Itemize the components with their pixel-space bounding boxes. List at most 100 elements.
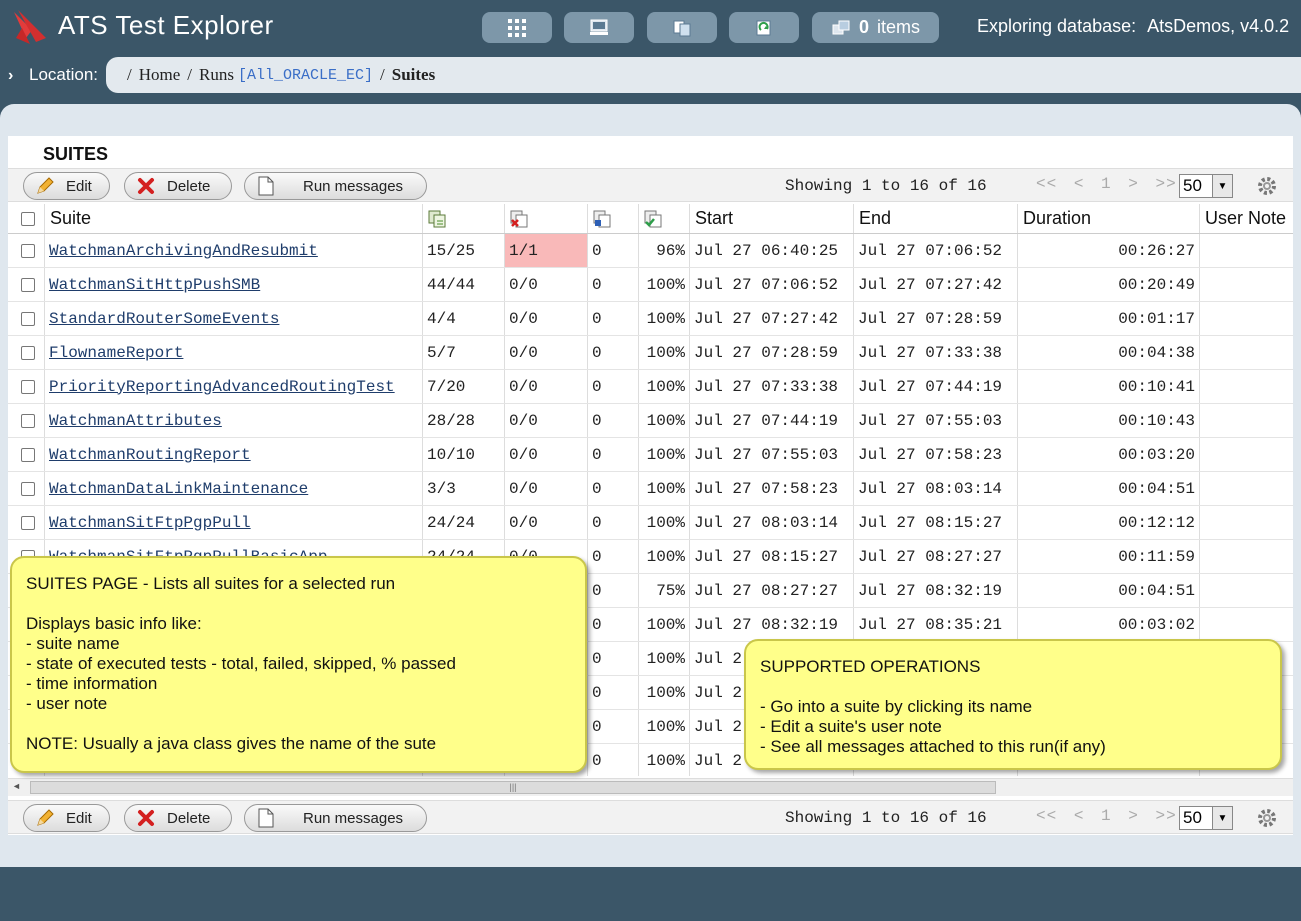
suite-name-link[interactable]: WatchmanRoutingReport <box>45 438 423 471</box>
table-row: WatchmanRoutingReport 10/10 0/0 0 100% Jul 27… <box>8 438 1293 472</box>
pager-first[interactable]: << <box>1036 175 1057 193</box>
select-all-checkbox[interactable] <box>21 211 35 226</box>
passed-percent-cell: 100% <box>639 710 690 743</box>
skipped-tests-cell: 0 <box>588 472 639 505</box>
edit-button[interactable]: Edit <box>23 804 110 832</box>
row-checkbox[interactable] <box>21 311 35 326</box>
pager-prev[interactable]: < <box>1074 175 1085 193</box>
breadcrumb-runs[interactable]: Runs <box>199 65 234 85</box>
breadcrumb-home[interactable]: Home <box>139 65 181 85</box>
run-messages-button[interactable]: Run messages <box>244 172 427 200</box>
column-header-failed[interactable] <box>505 204 588 233</box>
skipped-tests-cell: 0 <box>588 676 639 709</box>
pager-last[interactable]: >> <box>1155 175 1176 193</box>
suite-name-link[interactable]: WatchmanDataLinkMaintenance <box>45 472 423 505</box>
suite-name-link[interactable]: WatchmanSitFtpPgpPull <box>45 506 423 539</box>
suite-name-link[interactable]: WatchmanSitHttpPushSMB <box>45 268 423 301</box>
end-time-cell: Jul 27 07:58:23 <box>854 438 1018 471</box>
column-header-total[interactable] <box>423 204 505 233</box>
skipped-tests-cell: 0 <box>588 234 639 267</box>
suite-name-link[interactable]: WatchmanArchivingAndResubmit <box>45 234 423 267</box>
end-time-cell: Jul 27 07:33:38 <box>854 336 1018 369</box>
skipped-tests-cell: 0 <box>588 302 639 335</box>
skipped-tests-cell: 0 <box>588 336 639 369</box>
user-note-cell[interactable] <box>1200 234 1293 267</box>
user-note-cell[interactable] <box>1200 472 1293 505</box>
row-select-cell <box>8 438 45 471</box>
row-checkbox[interactable] <box>21 345 35 360</box>
scrollbar-thumb[interactable]: ||| <box>30 781 996 794</box>
compare-button[interactable] <box>647 12 717 43</box>
suite-name-link[interactable]: WatchmanAttributes <box>45 404 423 437</box>
column-header-end[interactable]: End <box>854 204 1018 233</box>
user-note-cell[interactable] <box>1200 438 1293 471</box>
pager-page[interactable]: 1 <box>1101 807 1112 825</box>
user-note-cell[interactable] <box>1200 336 1293 369</box>
apps-grid-button[interactable] <box>482 12 552 43</box>
suite-name-link[interactable]: FlownameReport <box>45 336 423 369</box>
user-note-cell[interactable] <box>1200 574 1293 607</box>
page-size-value: 50 <box>1183 176 1202 195</box>
row-checkbox[interactable] <box>21 515 35 530</box>
delete-button[interactable]: Delete <box>124 172 232 200</box>
scroll-left-icon[interactable]: ◄ <box>12 781 21 791</box>
row-checkbox[interactable] <box>21 243 35 258</box>
page-size-select[interactable]: 50 ▼ <box>1179 806 1233 830</box>
table-row: WatchmanSitFtpPgpPull 24/24 0/0 0 100% Jul 27… <box>8 506 1293 540</box>
row-checkbox[interactable] <box>21 277 35 292</box>
gear-icon[interactable] <box>1256 807 1278 829</box>
database-name: AtsDemos, v4.0.2 <box>1147 16 1290 36</box>
passed-percent-cell: 100% <box>639 404 690 437</box>
app-header: ATS Test Explorer 0 items Exploring data… <box>0 0 1301 56</box>
chevron-right-icon[interactable]: › <box>8 67 13 85</box>
page-title: SUITES <box>43 144 109 164</box>
column-header-duration[interactable]: Duration <box>1018 204 1200 233</box>
run-messages-label: Run messages <box>303 177 404 195</box>
pager-page[interactable]: 1 <box>1101 175 1112 193</box>
pagination-info: Showing 1 to 16 of 16 <box>785 177 987 195</box>
suite-name-link[interactable]: PriorityReportingAdvancedRoutingTest <box>45 370 423 403</box>
machines-button[interactable] <box>564 12 634 43</box>
horizontal-scrollbar[interactable]: ◄ ||| <box>8 778 1293 796</box>
start-time-cell: Jul 27 07:27:42 <box>690 302 854 335</box>
row-checkbox[interactable] <box>21 413 35 428</box>
supported-operations-callout: SUPPORTED OPERATIONS - Go into a suite b… <box>744 639 1282 770</box>
user-note-cell[interactable] <box>1200 404 1293 437</box>
pager-next[interactable]: > <box>1128 175 1139 193</box>
user-note-cell[interactable] <box>1200 506 1293 539</box>
pager-first[interactable]: << <box>1036 807 1057 825</box>
copy-pages-icon <box>673 20 691 36</box>
row-checkbox[interactable] <box>21 447 35 462</box>
gear-icon[interactable] <box>1256 175 1278 197</box>
row-checkbox[interactable] <box>21 379 35 394</box>
column-header-skipped[interactable] <box>588 204 639 233</box>
page-size-select[interactable]: 50 ▼ <box>1179 174 1233 198</box>
column-header-user-note[interactable]: User Note <box>1200 204 1293 233</box>
user-note-cell[interactable] <box>1200 302 1293 335</box>
user-note-cell[interactable] <box>1200 370 1293 403</box>
run-messages-button[interactable]: Run messages <box>244 804 427 832</box>
row-checkbox[interactable] <box>21 481 35 496</box>
pager-last[interactable]: >> <box>1155 807 1176 825</box>
user-note-cell[interactable] <box>1200 608 1293 641</box>
grid-icon <box>508 18 526 37</box>
delete-button[interactable]: Delete <box>124 804 232 832</box>
pager-next[interactable]: > <box>1128 807 1139 825</box>
column-header-passed[interactable] <box>639 204 690 233</box>
passed-percent-cell: 100% <box>639 676 690 709</box>
database-label: Exploring database: <box>977 16 1137 36</box>
column-header-start[interactable]: Start <box>690 204 854 233</box>
items-basket-button[interactable]: 0 items <box>812 12 939 43</box>
total-tests-cell: 7/20 <box>423 370 505 403</box>
user-note-cell[interactable] <box>1200 268 1293 301</box>
refresh-button[interactable] <box>729 12 799 43</box>
breadcrumb-run-id[interactable]: [All_ORACLE_EC] <box>238 67 373 84</box>
pager-prev[interactable]: < <box>1074 807 1085 825</box>
suite-name-link[interactable]: StandardRouterSomeEvents <box>45 302 423 335</box>
user-note-cell[interactable] <box>1200 540 1293 573</box>
column-header-suite[interactable]: Suite <box>45 204 423 233</box>
duration-cell: 00:10:41 <box>1018 370 1200 403</box>
end-time-cell: Jul 27 08:15:27 <box>854 506 1018 539</box>
failed-tests-cell: 1/1 <box>505 234 588 267</box>
edit-button[interactable]: Edit <box>23 172 110 200</box>
